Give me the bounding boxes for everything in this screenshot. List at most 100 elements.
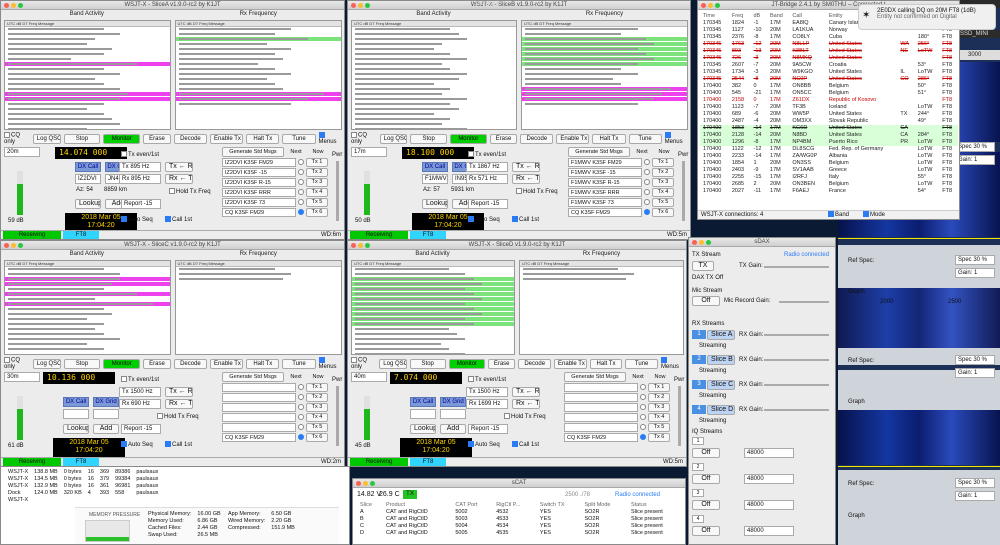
tx-now-button[interactable]: Tx 2 <box>652 167 674 177</box>
tune-button[interactable]: Tune <box>282 358 316 369</box>
dx-call-field[interactable] <box>410 409 436 419</box>
decode-button[interactable]: Decode <box>173 358 208 369</box>
tx-message-field[interactable]: F1MWV K3SF FM29 <box>568 157 642 167</box>
decode-line[interactable] <box>352 327 514 331</box>
decode-line[interactable] <box>352 102 516 106</box>
decode-line[interactable] <box>175 52 341 56</box>
lookup-button[interactable]: Lookup <box>410 424 436 434</box>
jtbridge-row[interactable]: 170400 2403 -9 17M SV1AAB Greece LoTW FT8 <box>700 167 958 174</box>
next-radio[interactable] <box>640 404 646 410</box>
tx-from-rx-button[interactable]: Tx ← Rx <box>165 387 193 397</box>
rx-from-tx-button[interactable]: Rx ← Tx <box>165 174 193 184</box>
decode-line[interactable] <box>175 272 341 276</box>
mic-off-button[interactable]: Off <box>692 296 720 306</box>
decode-line[interactable] <box>5 112 170 116</box>
tx-offset-spinner[interactable]: Tx 1867 Hz <box>466 162 508 172</box>
tx-even-toggle[interactable]: Tx even/1st <box>121 151 159 159</box>
menus-checkbox[interactable] <box>660 357 667 364</box>
tx-message-field[interactable] <box>564 422 638 432</box>
tx-offset-spinner[interactable]: Tx 1500 Hz <box>119 387 161 397</box>
rx-frequency-list[interactable]: UTC dB DT Freq Message <box>521 20 688 130</box>
band-select[interactable]: 40m <box>351 372 387 382</box>
auto-seq-toggle[interactable]: Auto Seq <box>468 216 500 224</box>
monitor-button[interactable]: Monitor <box>103 133 141 144</box>
decode-line[interactable] <box>175 82 341 86</box>
iq-off-button[interactable]: Off <box>692 474 720 484</box>
call-1st-toggle[interactable]: Call 1st <box>165 216 192 224</box>
decode-line[interactable] <box>5 67 170 71</box>
cq-only-toggle[interactable]: CQ only <box>4 357 30 370</box>
report-spinner[interactable]: Report -15 <box>121 199 161 209</box>
band-activity-list[interactable]: UTC dB DT Freq Message <box>351 260 515 355</box>
decode-line[interactable] <box>352 307 514 311</box>
jtbridge-row[interactable]: 170400 2487 -4 20M OM3XX Slovak Republic 49° FT… <box>700 118 958 125</box>
tx-now-button[interactable]: Tx 1 <box>648 382 670 392</box>
decode-line[interactable] <box>5 92 170 96</box>
decode-line[interactable] <box>5 117 170 121</box>
report-spinner[interactable]: Report -15 <box>468 199 508 209</box>
cq-only-checkbox[interactable] <box>351 132 357 139</box>
decode-line[interactable] <box>175 62 341 66</box>
add-button[interactable]: Add <box>440 424 466 434</box>
lookup-button[interactable]: Lookup <box>422 199 448 209</box>
decode-line[interactable] <box>352 87 516 91</box>
decode-line[interactable] <box>352 127 516 129</box>
dx-grid-field[interactable] <box>440 409 466 419</box>
call-1st-checkbox[interactable] <box>165 216 171 223</box>
next-radio[interactable] <box>298 199 304 205</box>
decode-line[interactable] <box>5 127 170 129</box>
next-radio[interactable] <box>640 384 646 390</box>
menus-toggle[interactable]: Menus <box>318 357 341 370</box>
decode-line[interactable] <box>352 267 514 271</box>
next-radio[interactable] <box>640 394 646 400</box>
call-1st-toggle[interactable]: Call 1st <box>512 441 539 449</box>
decode-line[interactable] <box>352 122 516 126</box>
decode-line[interactable] <box>175 102 341 106</box>
tune-button[interactable]: Tune <box>282 133 316 144</box>
decode-line[interactable] <box>5 282 170 286</box>
dx-call-button[interactable]: DX Call <box>422 162 448 172</box>
tx-even-toggle[interactable]: Tx even/1st <box>121 376 159 384</box>
tx-now-button[interactable]: Tx 4 <box>306 187 328 197</box>
cq-only-checkbox[interactable] <box>4 132 10 139</box>
next-radio[interactable] <box>298 209 304 215</box>
decode-line[interactable] <box>352 97 516 101</box>
tx-now-button[interactable]: Tx 5 <box>648 422 670 432</box>
tx-message-field[interactable] <box>222 402 296 412</box>
enable-tx-button[interactable]: Enable Tx <box>210 133 244 144</box>
band-select[interactable]: 30m <box>4 372 40 382</box>
iq-off-button[interactable]: Off <box>692 448 720 458</box>
tx-now-button[interactable]: Tx 2 <box>306 392 328 402</box>
decode-line[interactable] <box>352 282 514 286</box>
menus-checkbox[interactable] <box>318 357 325 364</box>
tx-even-toggle[interactable]: Tx even/1st <box>468 376 506 384</box>
rx-gain-slider[interactable] <box>764 409 829 411</box>
jtbridge-row[interactable]: 170400 1123 -7 20M TF3B Iceland LoTW FT8 <box>700 104 958 111</box>
rx-gain-slider[interactable] <box>764 359 829 361</box>
next-radio[interactable] <box>644 169 650 175</box>
call-1st-checkbox[interactable] <box>165 441 171 448</box>
hold-tx-freq-toggle[interactable]: Hold Tx Freq <box>157 413 199 421</box>
add-button[interactable]: Add <box>93 424 119 434</box>
decode-line[interactable] <box>352 337 514 341</box>
decode-line[interactable] <box>522 67 687 71</box>
tx-message-field[interactable] <box>222 382 296 392</box>
cq-only-toggle[interactable]: CQ only <box>351 357 376 370</box>
jtbridge-row[interactable]: 170345 2544 -8 20M NC0P United States CO 286° FT… <box>700 76 958 83</box>
decode-line[interactable] <box>5 62 170 66</box>
tx-now-button[interactable]: Tx 1 <box>652 157 674 167</box>
tx-message-field[interactable]: F1MWV K3SF 73 <box>568 197 642 207</box>
decode-line[interactable] <box>175 42 341 46</box>
decode-line[interactable] <box>352 32 516 36</box>
decode-line[interactable] <box>352 72 516 76</box>
spec-select-top[interactable]: Spec 30 % <box>955 142 995 152</box>
decode-line[interactable] <box>352 107 516 111</box>
mode-checkbox[interactable] <box>863 211 869 218</box>
cq-only-toggle[interactable]: CQ only <box>4 132 30 145</box>
decode-line[interactable] <box>5 307 170 311</box>
hold-tx-freq-checkbox[interactable] <box>504 413 510 420</box>
auto-seq-checkbox[interactable] <box>121 216 127 223</box>
next-radio[interactable] <box>298 179 304 185</box>
iq-rate-select[interactable]: 48000 <box>744 474 794 484</box>
next-radio[interactable] <box>640 414 646 420</box>
